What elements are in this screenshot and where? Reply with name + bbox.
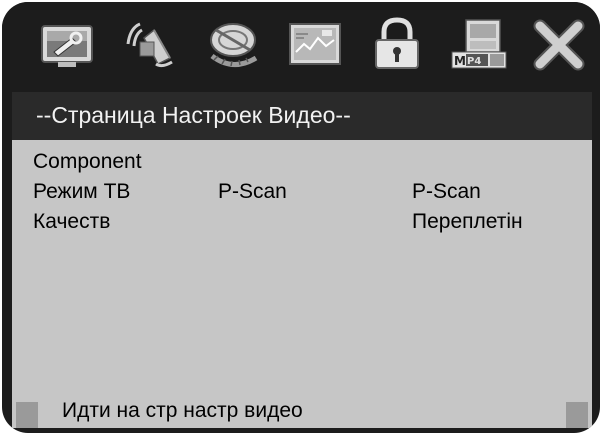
status-hint: Идти на стр настр видео	[62, 399, 303, 422]
page-title: --Страница Настроек Видео--	[36, 102, 351, 128]
quality-submenu-item[interactable]: Переплетін	[412, 210, 523, 234]
status-bar-right-cap	[566, 402, 588, 428]
setup-icon-bar: M P4	[2, 2, 600, 90]
exit-icon[interactable]	[528, 16, 590, 74]
tv-mode-option[interactable]: Режим ТВ	[33, 180, 130, 204]
video-settings-panel: Component Режим ТВ P-Scan P-Scan Качеств…	[12, 140, 592, 398]
svg-text:M: M	[454, 54, 466, 68]
page-title-bar: --Страница Настроек Видео--	[12, 92, 592, 140]
audio-setup-icon[interactable]	[120, 16, 182, 74]
svg-text:P4: P4	[467, 56, 481, 67]
tv-mode-current-value: P-Scan	[218, 180, 287, 203]
status-bar-left-cap	[16, 402, 38, 428]
quality-option[interactable]: Качеств	[33, 210, 110, 234]
mp4-setup-icon[interactable]: M P4	[448, 16, 510, 74]
general-setup-icon[interactable]	[36, 16, 98, 74]
setup-menu-window: M P4 --Страница Настроек Видео-- Compone…	[2, 2, 600, 433]
component-option[interactable]: Component	[33, 150, 142, 174]
status-bar: Идти на стр настр видео	[12, 398, 592, 428]
video-setup-icon[interactable]	[284, 16, 346, 74]
preference-lock-icon[interactable]	[366, 16, 428, 74]
dolby-setup-icon[interactable]	[202, 16, 264, 74]
tv-mode-submenu-item[interactable]: P-Scan	[412, 180, 481, 204]
